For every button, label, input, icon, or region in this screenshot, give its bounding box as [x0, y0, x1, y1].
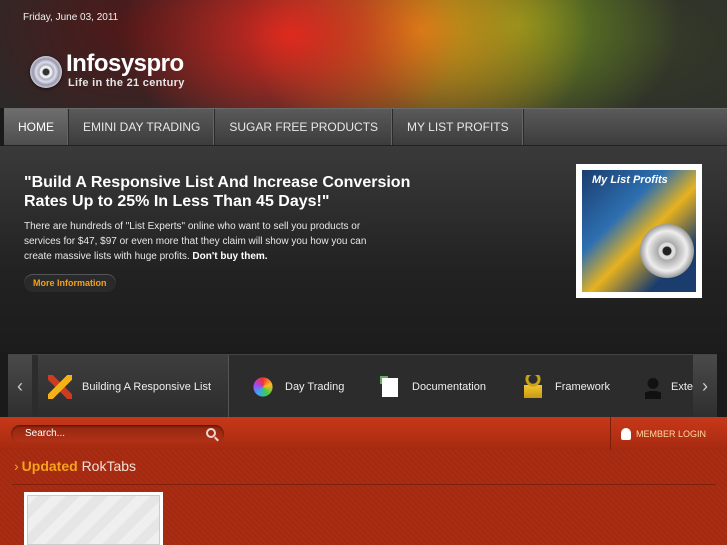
- member-login-link[interactable]: MEMBER LOGIN: [610, 417, 706, 450]
- nav-item-my-list-profits[interactable]: MY LIST PROFITS: [393, 109, 524, 145]
- logo-tagline: Life in the 21 century: [68, 77, 185, 89]
- feature-tabs: ‹ Building A Responsive List Day Trading…: [8, 354, 717, 418]
- tab-day-trading[interactable]: Day Trading: [251, 355, 344, 418]
- member-login-label: MEMBER LOGIN: [636, 428, 707, 439]
- chevron-right-icon: ›: [14, 458, 19, 474]
- tab-extensions[interactable]: Exte: [645, 355, 693, 418]
- search-placeholder: Search...: [25, 428, 66, 439]
- more-information-button[interactable]: More Information: [24, 274, 116, 292]
- search-input[interactable]: Search...: [11, 425, 224, 443]
- tab-documentation[interactable]: Documentation: [378, 355, 486, 418]
- tab-label: Day Trading: [285, 380, 345, 393]
- article-thumbnail[interactable]: [24, 492, 163, 545]
- hero-body-strong: Don't buy them.: [192, 251, 268, 262]
- tab-label: Framework: [555, 380, 611, 393]
- tab-label: Documentation: [412, 380, 486, 393]
- chevron-left-icon[interactable]: ‹: [8, 355, 32, 418]
- main-nav: HOME EMINI DAY TRADING SUGAR FREE PRODUC…: [4, 108, 727, 146]
- hero-body: There are hundreds of "List Experts" onl…: [24, 219, 384, 264]
- person-icon: [645, 374, 661, 399]
- tab-label: Building A Responsive List: [82, 380, 212, 393]
- section-highlight: Updated: [21, 458, 78, 474]
- hero-banner: "Build A Responsive List And Increase Co…: [0, 146, 727, 352]
- hero-title: "Build A Responsive List And Increase Co…: [24, 174, 411, 210]
- product-image[interactable]: My List Profits: [576, 164, 702, 298]
- cd-icon: [640, 224, 694, 278]
- product-title: My List Profits: [592, 174, 668, 186]
- section-heading: › Updated RokTabs: [14, 458, 136, 474]
- user-icon: [621, 427, 631, 440]
- nav-item-emini-day-trading[interactable]: EMINI DAY TRADING: [69, 109, 216, 145]
- color-wheel-icon: [253, 376, 273, 397]
- disc-icon[interactable]: [30, 56, 62, 88]
- tab-building-responsive-list[interactable]: Building A Responsive List: [38, 355, 229, 418]
- section-divider: [12, 484, 716, 485]
- chevron-right-icon[interactable]: ›: [693, 355, 717, 418]
- lock-icon: [521, 374, 545, 399]
- search-icon[interactable]: [206, 428, 216, 438]
- nav-item-sugar-free-products[interactable]: SUGAR FREE PRODUCTS: [215, 109, 394, 145]
- current-date: Friday, June 03, 2011: [23, 12, 119, 23]
- tab-label: Exte: [670, 380, 693, 393]
- logo-name[interactable]: Infosyspro: [66, 50, 184, 78]
- product-box-art: My List Profits: [582, 170, 696, 292]
- document-icon: [378, 374, 402, 399]
- header: Friday, June 03, 2011 Infosyspro Life in…: [0, 0, 727, 108]
- tab-framework[interactable]: Framework: [521, 355, 610, 418]
- section-title: RokTabs: [81, 458, 137, 474]
- pencil-icon: [48, 374, 72, 399]
- nav-item-home[interactable]: HOME: [4, 109, 69, 145]
- sample-image: [27, 495, 160, 545]
